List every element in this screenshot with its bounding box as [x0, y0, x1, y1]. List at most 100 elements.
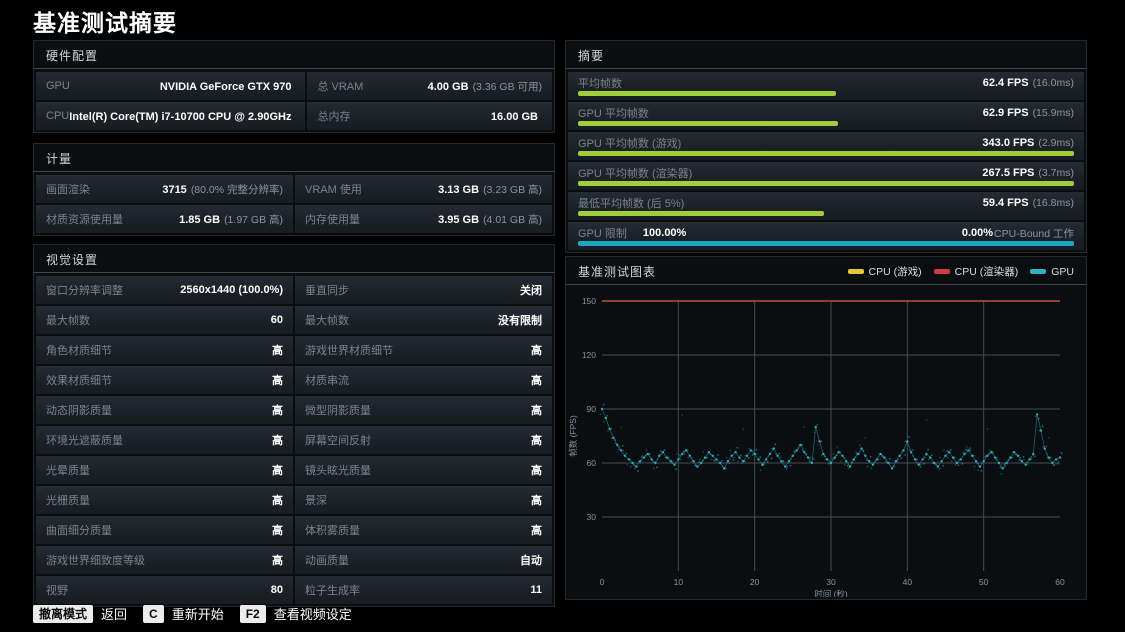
metrics-row-memory-usage: 内存使用量 3.95 GB (4.01 GB 高) [295, 205, 552, 233]
legend-swatch-yellow [847, 269, 864, 274]
metrics-row-frames: 画面渲染 3715 (80.0% 完整分辨率) [36, 175, 293, 203]
setting-row: 光晕质量 高 [36, 456, 293, 484]
setting-value: 高 [272, 525, 283, 537]
hardware-row-vram: 总 VRAM 4.00 GB (3.36 GB 可用) [307, 72, 552, 100]
setting-value: 60 [270, 314, 283, 326]
summary-row-gpu-avg-fps: GPU 平均帧数 62.9 FPS (15.9ms) [568, 102, 1084, 130]
fps-bar [578, 181, 1074, 186]
svg-text:30: 30 [587, 512, 597, 522]
gpu-bound-bar-track [578, 241, 1074, 246]
summary-value: 0.00% [961, 227, 994, 239]
svg-text:120: 120 [582, 350, 596, 360]
setting-value: 没有限制 [498, 315, 542, 327]
setting-label: 屏幕空间反射 [305, 435, 371, 447]
summary-label-value: 100.00% [642, 227, 687, 239]
setting-value: 11 [530, 584, 542, 596]
setting-row: 镜头眩光质量 高 [295, 456, 552, 484]
setting-label: 粒子生成率 [305, 585, 360, 597]
summary-panel-title: 摘要 [566, 41, 1086, 69]
svg-text:30: 30 [826, 577, 836, 587]
summary-label: 平均帧数 [578, 78, 622, 90]
setting-value: 关闭 [520, 285, 542, 297]
setting-row: 最大帧数 60 [36, 306, 293, 334]
hardware-panel: 硬件配置 GPU NVIDIA GeForce GTX 970 总 VRAM 4… [33, 40, 555, 133]
fps-bar-track [578, 151, 1074, 156]
setting-value: 2560x1440 (100.0%) [180, 284, 283, 296]
setting-row: 体积雾质量 高 [295, 516, 552, 544]
svg-text:时间 (秒): 时间 (秒) [814, 589, 848, 597]
hardware-row-cpu: CPU Intel(R) Core(TM) i7-10700 CPU @ 2.9… [36, 102, 306, 130]
row-value: Intel(R) Core(TM) i7-10700 CPU @ 2.90GHz [69, 111, 292, 123]
setting-label: 光晕质量 [46, 465, 90, 477]
row-note: (1.97 GB 高) [224, 214, 283, 226]
metrics-row-texture-usage: 材质资源使用量 1.85 GB (1.97 GB 高) [36, 205, 293, 233]
legend-swatch-red [933, 269, 950, 274]
setting-label: 垂直同步 [305, 285, 349, 297]
setting-row: 游戏世界细致度等级 高 [36, 546, 293, 574]
escape-keycap: 撤离模式 [33, 604, 94, 623]
setting-value: 高 [531, 465, 542, 477]
summary-value: 267.5 FPS [982, 167, 1035, 179]
f2-keycap: F2 [239, 604, 266, 623]
row-label: 材质资源使用量 [46, 214, 123, 226]
chart-header: 基准测试图表 CPU (游戏) CPU (渲染器) GPU [566, 257, 1086, 285]
footer-bar: 撤离模式 返回 C 重新开始 F2 查看视频设定 [33, 604, 352, 623]
footer-video-settings-button[interactable]: F2 查看视频设定 [239, 604, 352, 623]
setting-value: 高 [531, 435, 542, 447]
setting-label: 最大帧数 [46, 315, 90, 327]
summary-row-gpu-avg-fps-renderer: GPU 平均帧数 (渲染器) 267.5 FPS (3.7ms) [568, 162, 1084, 190]
setting-value: 高 [272, 555, 283, 567]
setting-row: 视野 80 [36, 576, 293, 604]
setting-label: 动态阴影质量 [46, 405, 112, 417]
setting-value: 高 [272, 435, 283, 447]
svg-text:0: 0 [600, 577, 605, 587]
metrics-panel: 计量 画面渲染 3715 (80.0% 完整分辨率) VRAM 使用 3.13 G… [33, 143, 555, 236]
row-value: 3715 [162, 184, 187, 196]
svg-text:90: 90 [587, 404, 597, 414]
fps-bar-track [578, 121, 1074, 126]
summary-value: 343.0 FPS [982, 137, 1035, 149]
setting-value: 高 [531, 495, 542, 507]
legend-swatch-cyan [1030, 269, 1047, 274]
summary-note: (2.9ms) [1038, 137, 1074, 149]
svg-text:50: 50 [979, 577, 989, 587]
setting-row: 游戏世界材质细节 高 [295, 336, 552, 364]
setting-value: 高 [272, 375, 283, 387]
svg-text:40: 40 [903, 577, 913, 587]
setting-label: 环境光遮蔽质量 [46, 435, 123, 447]
summary-row-low-avg-fps: 最低平均帧数 (后 5%) 59.4 FPS (16.8ms) [568, 192, 1084, 220]
hardware-rows: GPU NVIDIA GeForce GTX 970 总 VRAM 4.00 G… [34, 69, 554, 132]
benchmark-summary-screen: 基准测试摘要 硬件配置 GPU NVIDIA GeForce GTX 970 总… [0, 0, 1125, 632]
setting-label: 视野 [46, 585, 68, 597]
row-label: VRAM 使用 [305, 184, 362, 196]
summary-row-gpu-avg-fps-game: GPU 平均帧数 (游戏) 343.0 FPS (2.9ms) [568, 132, 1084, 160]
summary-value: 62.4 FPS [982, 77, 1029, 89]
footer-restart-button[interactable]: C 重新开始 [143, 604, 224, 623]
row-note: (4.01 GB 高) [483, 214, 542, 226]
row-value: 3.95 GB [438, 214, 480, 226]
row-value: 16.00 GB [490, 111, 538, 123]
metrics-row-vram-usage: VRAM 使用 3.13 GB (3.23 GB 高) [295, 175, 552, 203]
row-label: 内存使用量 [305, 214, 360, 226]
summary-note: (16.8ms) [1032, 197, 1074, 209]
row-value: 4.00 GB [427, 81, 469, 93]
setting-value: 高 [531, 525, 542, 537]
svg-text:60: 60 [587, 458, 597, 468]
setting-label: 镜头眩光质量 [305, 465, 371, 477]
setting-row: 动态阴影质量 高 [36, 396, 293, 424]
setting-value: 自动 [520, 555, 542, 567]
setting-row: 屏幕空间反射 高 [295, 426, 552, 454]
visual-settings-panel-title: 视觉设置 [34, 245, 554, 273]
chart-panel: 基准测试图表 CPU (游戏) CPU (渲染器) GPU 30 60 90 1… [565, 256, 1087, 600]
setting-label: 光栅质量 [46, 495, 90, 507]
summary-note: (15.9ms) [1032, 107, 1074, 119]
row-note: (3.23 GB 高) [483, 184, 542, 196]
metrics-panel-title: 计量 [34, 144, 554, 172]
footer-back-button[interactable]: 撤离模式 返回 [33, 604, 127, 623]
legend-item-gpu: GPU [1030, 266, 1074, 278]
summary-panel: 摘要 平均帧数 62.4 FPS (16.0ms) GPU 平均帧数 62.9 … [565, 40, 1087, 253]
setting-row: 垂直同步 关闭 [295, 276, 552, 304]
row-label: 总内存 [317, 111, 351, 123]
legend-item-cpu-renderer: CPU (渲染器) [933, 264, 1018, 279]
setting-value: 80 [270, 584, 283, 596]
